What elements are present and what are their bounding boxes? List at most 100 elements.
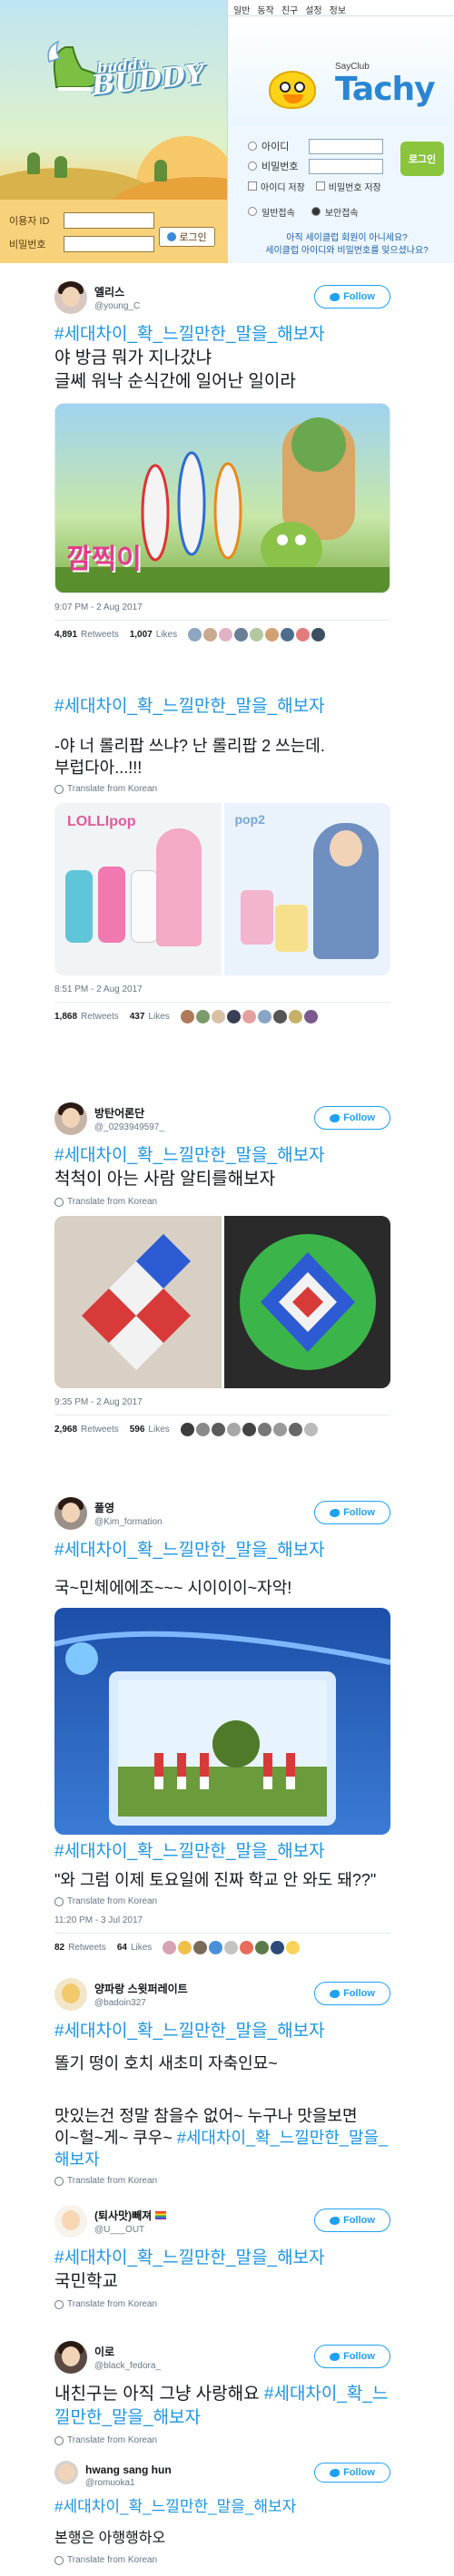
liker-avatar[interactable] (188, 627, 202, 642)
liker-avatar[interactable] (180, 1422, 194, 1436)
liker-avatar[interactable] (303, 1009, 318, 1024)
display-name[interactable]: 이로 (94, 2344, 161, 2359)
liker-avatar[interactable] (163, 1940, 177, 1954)
liker-avatar[interactable] (242, 1422, 256, 1436)
liker-avatar[interactable] (180, 1009, 194, 1024)
save-password-checkbox[interactable] (315, 181, 325, 191)
timestamp[interactable]: 9:07 PM - 2 Aug 2017 (54, 602, 390, 612)
liker-avatar[interactable] (250, 627, 264, 642)
avatar[interactable] (54, 1978, 87, 2011)
avatar[interactable] (54, 1497, 87, 1530)
liker-avatar[interactable] (303, 1422, 318, 1436)
display-name[interactable]: hwang sang hun (85, 2463, 172, 2476)
avatar[interactable] (54, 2205, 87, 2238)
translate-link[interactable]: Translate from Korean (54, 2555, 390, 2565)
follow-button[interactable]: Follow (314, 1982, 390, 2005)
avatar[interactable] (54, 2461, 78, 2484)
tweet-image[interactable]: LOLLIpop pop2 (54, 803, 390, 975)
liker-avatar[interactable] (288, 1422, 302, 1436)
follow-button[interactable]: Follow (314, 2463, 390, 2483)
password-input[interactable] (309, 158, 383, 174)
translate-link[interactable]: Translate from Korean (54, 1197, 390, 1207)
timestamp[interactable]: 9:35 PM - 2 Aug 2017 (54, 1397, 390, 1407)
username[interactable]: @romuoka1 (85, 2478, 172, 2488)
save-id-checkbox[interactable] (248, 181, 257, 191)
liker-avatar[interactable] (257, 1009, 271, 1024)
tweet-image[interactable] (54, 1216, 390, 1388)
tweet-image[interactable] (54, 1608, 390, 1835)
liker-avatar[interactable] (203, 627, 218, 642)
forgot-password-link[interactable]: 세이클럽 아이디와 비밀번호를 잊으셨나요? (242, 245, 451, 258)
hashtag-link[interactable]: #세대차이_확_느낄만한_말을_해보자 (54, 325, 325, 344)
tweet-image[interactable]: 깜찍이 (54, 403, 390, 593)
password-input[interactable] (64, 236, 154, 252)
secure-mode-radio[interactable] (311, 207, 321, 216)
liker-avatar[interactable] (296, 627, 311, 642)
liker-avatar[interactable] (211, 1009, 225, 1024)
username[interactable]: @young_C (94, 301, 140, 311)
follow-button[interactable]: Follow (314, 2345, 390, 2368)
login-button[interactable]: 로그인 (400, 142, 444, 176)
liker-avatar[interactable] (265, 627, 280, 642)
liker-avatar[interactable] (311, 627, 326, 642)
liker-avatar[interactable] (255, 1940, 270, 1954)
liker-avatar[interactable] (195, 1009, 210, 1024)
hashtag-link[interactable]: #세대차이_확_느낄만한_말을_해보자 (54, 2498, 296, 2515)
translate-link[interactable]: Translate from Korean (54, 2435, 390, 2445)
liker-avatar[interactable] (271, 1940, 285, 1954)
username[interactable]: @_0293949597_ (94, 1122, 164, 1132)
hashtag-link[interactable]: #세대차이_확_느낄만한_말을_해보자 (54, 1146, 325, 1165)
liker-avatar[interactable] (224, 1940, 239, 1954)
liker-avatar[interactable] (234, 627, 249, 642)
liker-avatar[interactable] (226, 1009, 241, 1024)
hashtag-link[interactable]: #세대차이_확_느낄만한_말을_해보자 (54, 2022, 325, 2041)
liker-avatar[interactable] (193, 1940, 208, 1954)
liker-avatar[interactable] (178, 1940, 192, 1954)
liker-avatar[interactable] (209, 1940, 223, 1954)
follow-button[interactable]: Follow (314, 1106, 390, 1130)
display-name[interactable]: 풀영 (94, 1500, 163, 1515)
display-name[interactable]: 양파랑 스윗퍼레이트 (94, 1981, 188, 1996)
hashtag-link[interactable]: #세대차이_확_느낄만한_말을_해보자 (54, 697, 325, 716)
translate-link[interactable]: Translate from Korean (54, 2176, 390, 2186)
translate-link[interactable]: Translate from Korean (54, 2299, 390, 2309)
liker-avatar[interactable] (281, 627, 295, 642)
menu-item-action[interactable]: 동작 (257, 3, 273, 16)
normal-mode-radio[interactable] (248, 207, 257, 216)
display-name[interactable]: 엘리스 (94, 284, 140, 299)
liker-avatar[interactable] (219, 627, 233, 642)
follow-button[interactable]: Follow (314, 2209, 390, 2232)
follow-button[interactable]: Follow (314, 1501, 390, 1524)
liker-avatar[interactable] (286, 1940, 301, 1954)
username[interactable]: @black_fedora_ (94, 2361, 161, 2371)
liker-avatar[interactable] (242, 1009, 256, 1024)
translate-link[interactable]: Translate from Korean (54, 1896, 390, 1906)
timestamp[interactable]: 8:51 PM - 2 Aug 2017 (54, 984, 390, 994)
menu-item-friends[interactable]: 친구 (281, 3, 298, 16)
id-input[interactable] (64, 212, 154, 229)
menu-item-general[interactable]: 일반 (233, 3, 250, 16)
liker-avatar[interactable] (272, 1422, 287, 1436)
liker-avatar[interactable] (257, 1422, 271, 1436)
menu-item-info[interactable]: 정보 (330, 3, 346, 16)
username[interactable]: @Kim_formation (94, 1517, 163, 1527)
liker-avatar[interactable] (272, 1009, 287, 1024)
hashtag-link[interactable]: #세대차이_확_느낄만한_말을_해보자 (54, 2248, 325, 2267)
avatar[interactable] (54, 281, 87, 314)
hashtag-link[interactable]: #세대차이_확_느낄만한_말을_해보자 (54, 1842, 325, 1861)
display-name[interactable]: 방탄어론단 (94, 1105, 164, 1121)
avatar[interactable] (54, 1102, 87, 1135)
liker-avatar[interactable] (288, 1009, 302, 1024)
translate-link[interactable]: Translate from Korean (54, 784, 390, 794)
liker-avatar[interactable] (195, 1422, 210, 1436)
display-name[interactable]: (퇴사맛)빼져 (94, 2208, 166, 2223)
username[interactable]: @U___OUT (94, 2225, 166, 2235)
login-button[interactable]: 로그인 (159, 227, 215, 247)
id-input[interactable] (309, 138, 383, 154)
hashtag-link[interactable]: #세대차이_확_느낄만한_말을_해보자 (54, 1541, 325, 1560)
username[interactable]: @badoin327 (94, 1998, 188, 2008)
signup-link[interactable]: 아직 세이클럽 회원이 아니세요? (242, 232, 451, 245)
liker-avatar[interactable] (211, 1422, 225, 1436)
timestamp[interactable]: 11:20 PM - 3 Jul 2017 (54, 1915, 390, 1925)
menu-item-settings[interactable]: 설정 (305, 3, 321, 16)
